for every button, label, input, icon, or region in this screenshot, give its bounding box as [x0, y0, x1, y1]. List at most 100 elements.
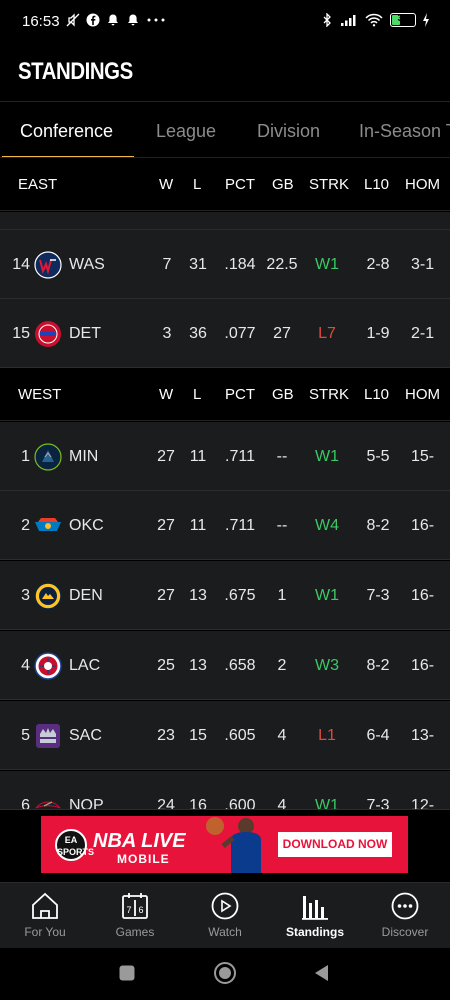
col-l10: L10: [364, 176, 390, 193]
app-header: STANDINGS: [0, 44, 450, 102]
team-abbr: OKC: [69, 517, 104, 534]
download-now-button[interactable]: DOWNLOAD NOW: [278, 832, 392, 857]
team-abbr: DEN: [69, 587, 103, 604]
rank: 14: [12, 256, 30, 273]
svg-text:6: 6: [138, 905, 143, 915]
clippers-logo-icon: [34, 652, 62, 680]
streak: W1: [315, 256, 339, 273]
streak: L7: [318, 325, 336, 342]
standings-tabs: Conference League Division In-Season T: [0, 103, 450, 158]
last-ten: 5-5: [366, 448, 390, 465]
streak: W1: [315, 448, 339, 465]
east-header: EAST W L PCT GB STRK L10 HOM: [0, 159, 450, 211]
last-ten: 6-4: [366, 727, 390, 744]
play-icon: [211, 892, 239, 920]
pct: .711: [225, 517, 255, 534]
rank: 2: [21, 517, 30, 534]
bluetooth-icon: [320, 12, 334, 28]
more-dots-icon: [146, 13, 166, 27]
facebook-icon: [86, 13, 100, 27]
table-row[interactable]: 14 WAS 7 31 .184 22.5 W1 2-8 3-1: [0, 230, 450, 299]
notification-bell-icon: [126, 13, 140, 27]
col-l: L: [193, 176, 202, 193]
col-gb: GB: [272, 386, 294, 403]
nav-games[interactable]: 7 6 Games: [90, 891, 180, 947]
svg-text:7: 7: [126, 905, 131, 915]
wizards-logo-icon: [34, 251, 62, 279]
last-ten: 8-2: [366, 657, 390, 674]
table-row[interactable]: 1 MIN 27 11 .711 -- W1 5-5 15-: [0, 422, 450, 491]
tab-in-season[interactable]: In-Season T: [359, 121, 450, 142]
conference-label: EAST: [18, 176, 58, 193]
nav-discover[interactable]: Discover: [360, 891, 450, 947]
rank: 1: [21, 448, 30, 465]
last-ten: 2-8: [366, 256, 390, 273]
standings-icon: [302, 896, 328, 920]
team-abbr: SAC: [69, 727, 102, 744]
home-record: 15-: [411, 448, 435, 465]
losses: 15: [189, 727, 207, 744]
status-bar: 16:53 37: [0, 0, 450, 44]
pistons-logo-icon: [35, 321, 61, 347]
col-home: HOM: [405, 386, 440, 403]
table-row[interactable]: 6 NOP 24 16 .600 4 W1 7-3 12-: [0, 771, 450, 810]
games-back: 1: [277, 587, 287, 604]
col-gb: GB: [272, 176, 294, 193]
col-l: L: [193, 386, 202, 403]
streak: W1: [315, 797, 339, 810]
wins: 27: [157, 517, 175, 534]
discover-icon: [391, 892, 419, 920]
team-abbr: LAC: [69, 657, 101, 674]
wins: 27: [157, 587, 175, 604]
rank: 5: [21, 727, 30, 744]
wifi-icon: [364, 13, 384, 27]
nuggets-logo-icon: [34, 582, 62, 610]
pct: .658: [224, 657, 256, 674]
team-abbr: WAS: [69, 256, 105, 273]
games-back: 22.5: [266, 256, 298, 273]
conference-label: WEST: [18, 386, 62, 403]
system-nav-bar: [0, 948, 450, 1000]
nav-label: Discover: [381, 925, 429, 939]
games-icon: 7 6: [122, 893, 148, 919]
last-ten: 8-2: [366, 517, 390, 534]
col-w: W: [159, 176, 174, 193]
bottom-nav: For You 7 6 Games Watch Standings Discov…: [0, 882, 450, 948]
nav-label: Standings: [285, 925, 344, 939]
tab-conference[interactable]: Conference: [20, 121, 113, 142]
games-back: 2: [277, 657, 287, 674]
notification-bell-icon: [106, 13, 120, 27]
nav-standings[interactable]: Standings: [270, 891, 360, 947]
table-row[interactable]: 5 SAC 23 15 .605 4 L1 6-4 13-: [0, 701, 450, 770]
basketball-player-image: [206, 817, 261, 873]
home-button-icon[interactable]: [213, 961, 237, 985]
table-row[interactable]: 15 DET 3 36 .077 27 L7 1-9 2-1: [0, 299, 450, 368]
last-ten: 1-9: [366, 325, 390, 342]
wins: 25: [157, 657, 175, 674]
home-record: 16-: [411, 517, 435, 534]
table-row[interactable]: 3 DEN 27 13 .675 1 W1 7-3 16-: [0, 561, 450, 630]
col-w: W: [159, 386, 174, 403]
tab-division[interactable]: Division: [257, 121, 320, 142]
recent-apps-icon[interactable]: [118, 964, 136, 982]
nba-live-ad-banner[interactable]: EA SPORTS NBA LIVE MOBILE DOWNLOAD NOW: [41, 816, 408, 873]
table-row[interactable]: 4 LAC 25 13 .658 2 W3 8-2 16-: [0, 631, 450, 700]
back-icon[interactable]: [312, 963, 332, 983]
west-header: WEST W L PCT GB STRK L10 HOM: [0, 369, 450, 421]
home-icon: [32, 892, 58, 919]
battery-icon: 37: [390, 13, 416, 27]
col-pct: PCT: [225, 176, 255, 193]
games-back: 4: [277, 727, 287, 744]
pct: .711: [225, 448, 255, 465]
last-ten: 7-3: [366, 797, 390, 810]
rank: 15: [12, 325, 30, 342]
nav-for-you[interactable]: For You: [0, 891, 90, 947]
rank: 6: [21, 797, 30, 810]
table-row[interactable]: 2 OKC 27 11 .711 -- W4 8-2 16-: [0, 491, 450, 560]
games-back: --: [276, 517, 288, 534]
nav-watch[interactable]: Watch: [180, 891, 270, 947]
wins: 24: [157, 797, 175, 810]
tab-league[interactable]: League: [156, 121, 216, 142]
pct: .600: [224, 797, 256, 810]
charging-icon: [422, 13, 430, 27]
